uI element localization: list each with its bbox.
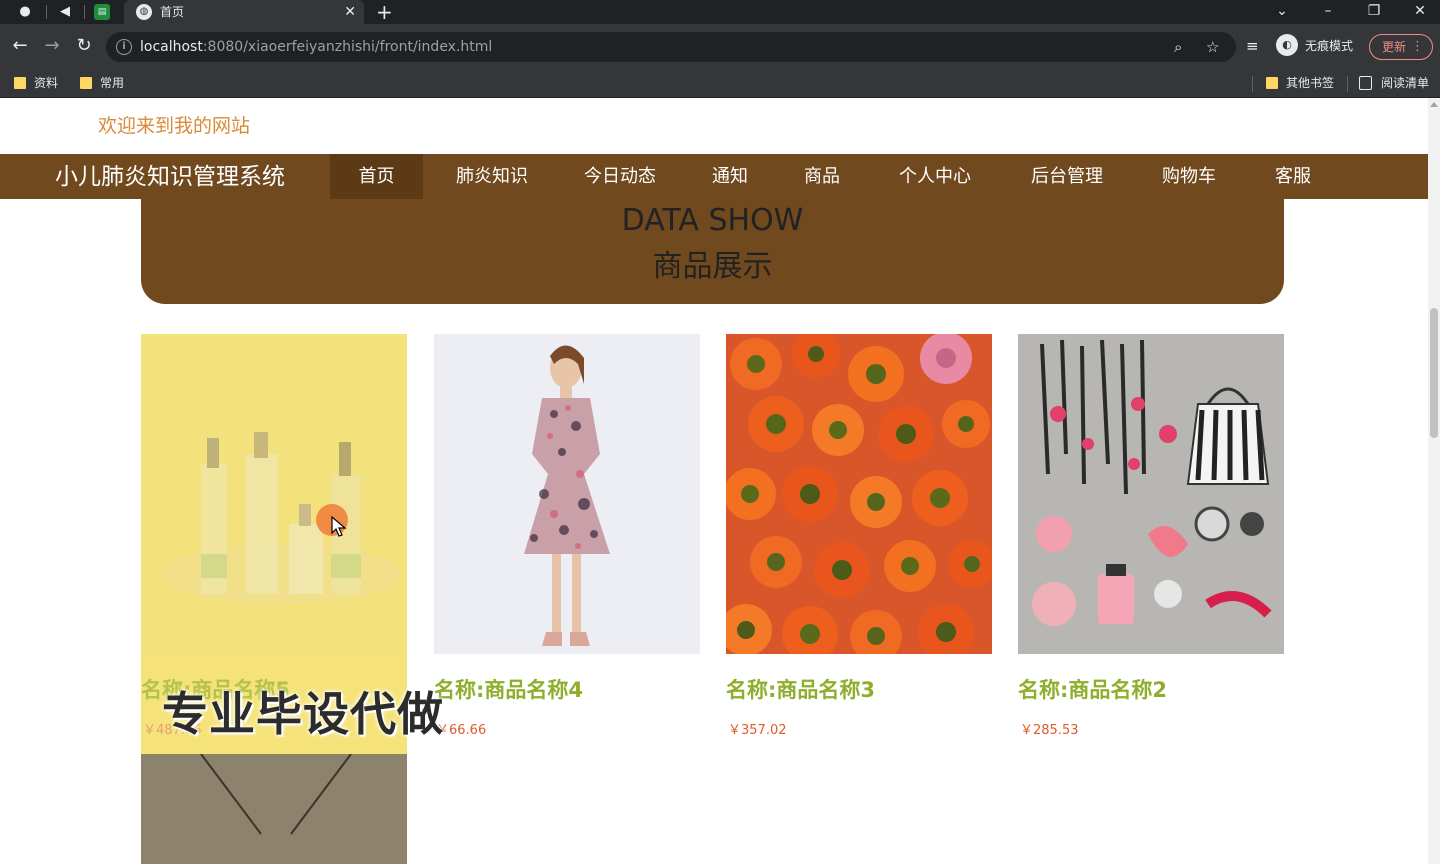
- product-image-cosmetics[interactable]: [1018, 334, 1284, 654]
- restore-icon[interactable]: ❐: [1364, 1, 1384, 21]
- nav-personal-center[interactable]: 个人中心: [880, 154, 990, 199]
- nav-today-news[interactable]: 今日动态: [568, 154, 672, 199]
- bookmark-folder-other[interactable]: 其他书签: [1266, 73, 1334, 93]
- window-close-icon[interactable]: ✕: [1410, 1, 1430, 21]
- zoom-icon[interactable]: ⌕: [1174, 38, 1182, 56]
- product-image-flowers[interactable]: [726, 334, 992, 654]
- url-path: :8080/xiaoerfeiyanzhishi/front/index.htm…: [202, 39, 493, 55]
- banner-title-cn: 商品展示: [652, 249, 773, 284]
- product-image-dress[interactable]: [434, 334, 700, 654]
- welcome-text: 欢迎来到我的网站: [98, 115, 251, 137]
- more-vert-icon[interactable]: ⋮: [1411, 35, 1424, 59]
- update-label: 更新: [1382, 40, 1407, 54]
- reading-list-label: 阅读清单: [1381, 76, 1430, 90]
- bookmark-folder-changyong[interactable]: 常用: [80, 73, 124, 93]
- back-arrow-icon[interactable]: ←: [9, 35, 31, 57]
- nav-pneumonia-knowledge[interactable]: 肺炎知识: [440, 154, 544, 199]
- nav-notice[interactable]: 通知: [696, 154, 764, 199]
- browser-tab-bar: ● ◀ ▤ ◍ 首页 ✕ + ⌄ – ❐ ✕: [0, 0, 1440, 24]
- bookmark-label: 常用: [100, 76, 125, 90]
- section-banner: DATA SHOW 商品展示: [141, 199, 1284, 304]
- product-name[interactable]: 名称:商品名称4: [434, 676, 583, 704]
- bookmark-label: 资料: [34, 76, 59, 90]
- orange-flowers-image: [726, 334, 992, 654]
- product-card[interactable]: 名称:商品名称4 ￥66.66: [434, 334, 700, 754]
- scrollbar-thumb[interactable]: [1430, 308, 1438, 438]
- page-scrollbar[interactable]: [1428, 98, 1440, 864]
- url-host: localhost: [140, 39, 203, 55]
- web-page: 欢迎来到我的网站 小儿肺炎知识管理系统 首页 肺炎知识 今日动态 通知 商品 个…: [0, 98, 1428, 864]
- bookmark-divider: [1347, 76, 1348, 92]
- minimize-icon[interactable]: –: [1318, 1, 1338, 21]
- nav-products[interactable]: 商品: [788, 154, 856, 199]
- product-name[interactable]: 名称:商品名称3: [726, 676, 875, 704]
- bookmark-folder-ziliao[interactable]: 资料: [14, 73, 58, 93]
- bookmark-label: 其他书签: [1286, 76, 1335, 90]
- tab-divider: [84, 5, 85, 19]
- folder-icon: [80, 77, 92, 89]
- product-card[interactable]: 名称:商品名称3 ￥357.02: [726, 334, 992, 754]
- sheets-icon[interactable]: ▤: [94, 4, 110, 20]
- close-icon[interactable]: ✕: [344, 3, 356, 21]
- info-icon[interactable]: i: [116, 39, 132, 55]
- globe-icon[interactable]: ●: [16, 3, 34, 21]
- necklace-image: [141, 754, 407, 864]
- speaker-icon[interactable]: ◀: [56, 3, 74, 21]
- product-card-next-row[interactable]: [141, 754, 407, 864]
- nav-home[interactable]: 首页: [330, 154, 423, 199]
- scroll-up-arrow-icon[interactable]: [1430, 102, 1438, 107]
- update-button[interactable]: 更新 ⋮: [1369, 34, 1433, 60]
- floral-dress-image: [434, 334, 700, 654]
- reading-list-icon: [1359, 76, 1372, 90]
- product-image-perfume[interactable]: [141, 334, 407, 654]
- incognito-label[interactable]: 无痕模式: [1305, 38, 1353, 54]
- perfume-bottles-image: [141, 334, 407, 654]
- tab-divider: [46, 5, 47, 19]
- nav-cart[interactable]: 购物车: [1144, 154, 1234, 199]
- nav-admin[interactable]: 后台管理: [1014, 154, 1120, 199]
- watermark-overlay: 专业毕设代做: [162, 687, 444, 741]
- tab-home[interactable]: ◍ 首页 ✕: [124, 0, 364, 24]
- incognito-icon[interactable]: ◐: [1276, 34, 1298, 56]
- forward-arrow-icon[interactable]: →: [41, 35, 63, 57]
- product-price: ￥357.02: [728, 723, 787, 738]
- reload-icon[interactable]: ↻: [73, 35, 95, 57]
- product-card[interactable]: 名称:商品名称2 ￥285.53: [1018, 334, 1284, 754]
- url-text[interactable]: localhost:8080/xiaoerfeiyanzhishi/front/…: [140, 38, 492, 56]
- cosmetics-illustration-image: [1018, 334, 1284, 654]
- star-icon[interactable]: ☆: [1206, 38, 1219, 56]
- nav-customer-service[interactable]: 客服: [1258, 154, 1328, 199]
- site-brand[interactable]: 小儿肺炎知识管理系统: [55, 162, 285, 192]
- site-navbar: 小儿肺炎知识管理系统 首页 肺炎知识 今日动态 通知 商品 个人中心 后台管理 …: [0, 154, 1428, 199]
- reading-list-button[interactable]: 阅读清单: [1359, 73, 1429, 93]
- tab-title: 首页: [160, 5, 185, 19]
- product-price: ￥285.53: [1020, 723, 1079, 738]
- banner-title-en: DATA SHOW: [621, 203, 804, 238]
- folder-icon: [14, 77, 26, 89]
- mouse-cursor-icon: [331, 516, 347, 537]
- address-bar[interactable]: i localhost:8080/xiaoerfeiyanzhishi/fron…: [106, 32, 1236, 62]
- globe-icon: ◍: [136, 4, 152, 20]
- product-name[interactable]: 名称:商品名称2: [1018, 676, 1167, 704]
- folder-icon: [1266, 77, 1278, 89]
- reading-mode-icon[interactable]: ≡: [1246, 36, 1259, 56]
- bookmarks-bar: 资料 常用 其他书签 阅读清单: [0, 68, 1440, 98]
- bookmark-divider: [1252, 76, 1253, 92]
- new-tab-plus-icon[interactable]: +: [376, 1, 393, 23]
- chevron-down-icon[interactable]: ⌄: [1272, 1, 1292, 21]
